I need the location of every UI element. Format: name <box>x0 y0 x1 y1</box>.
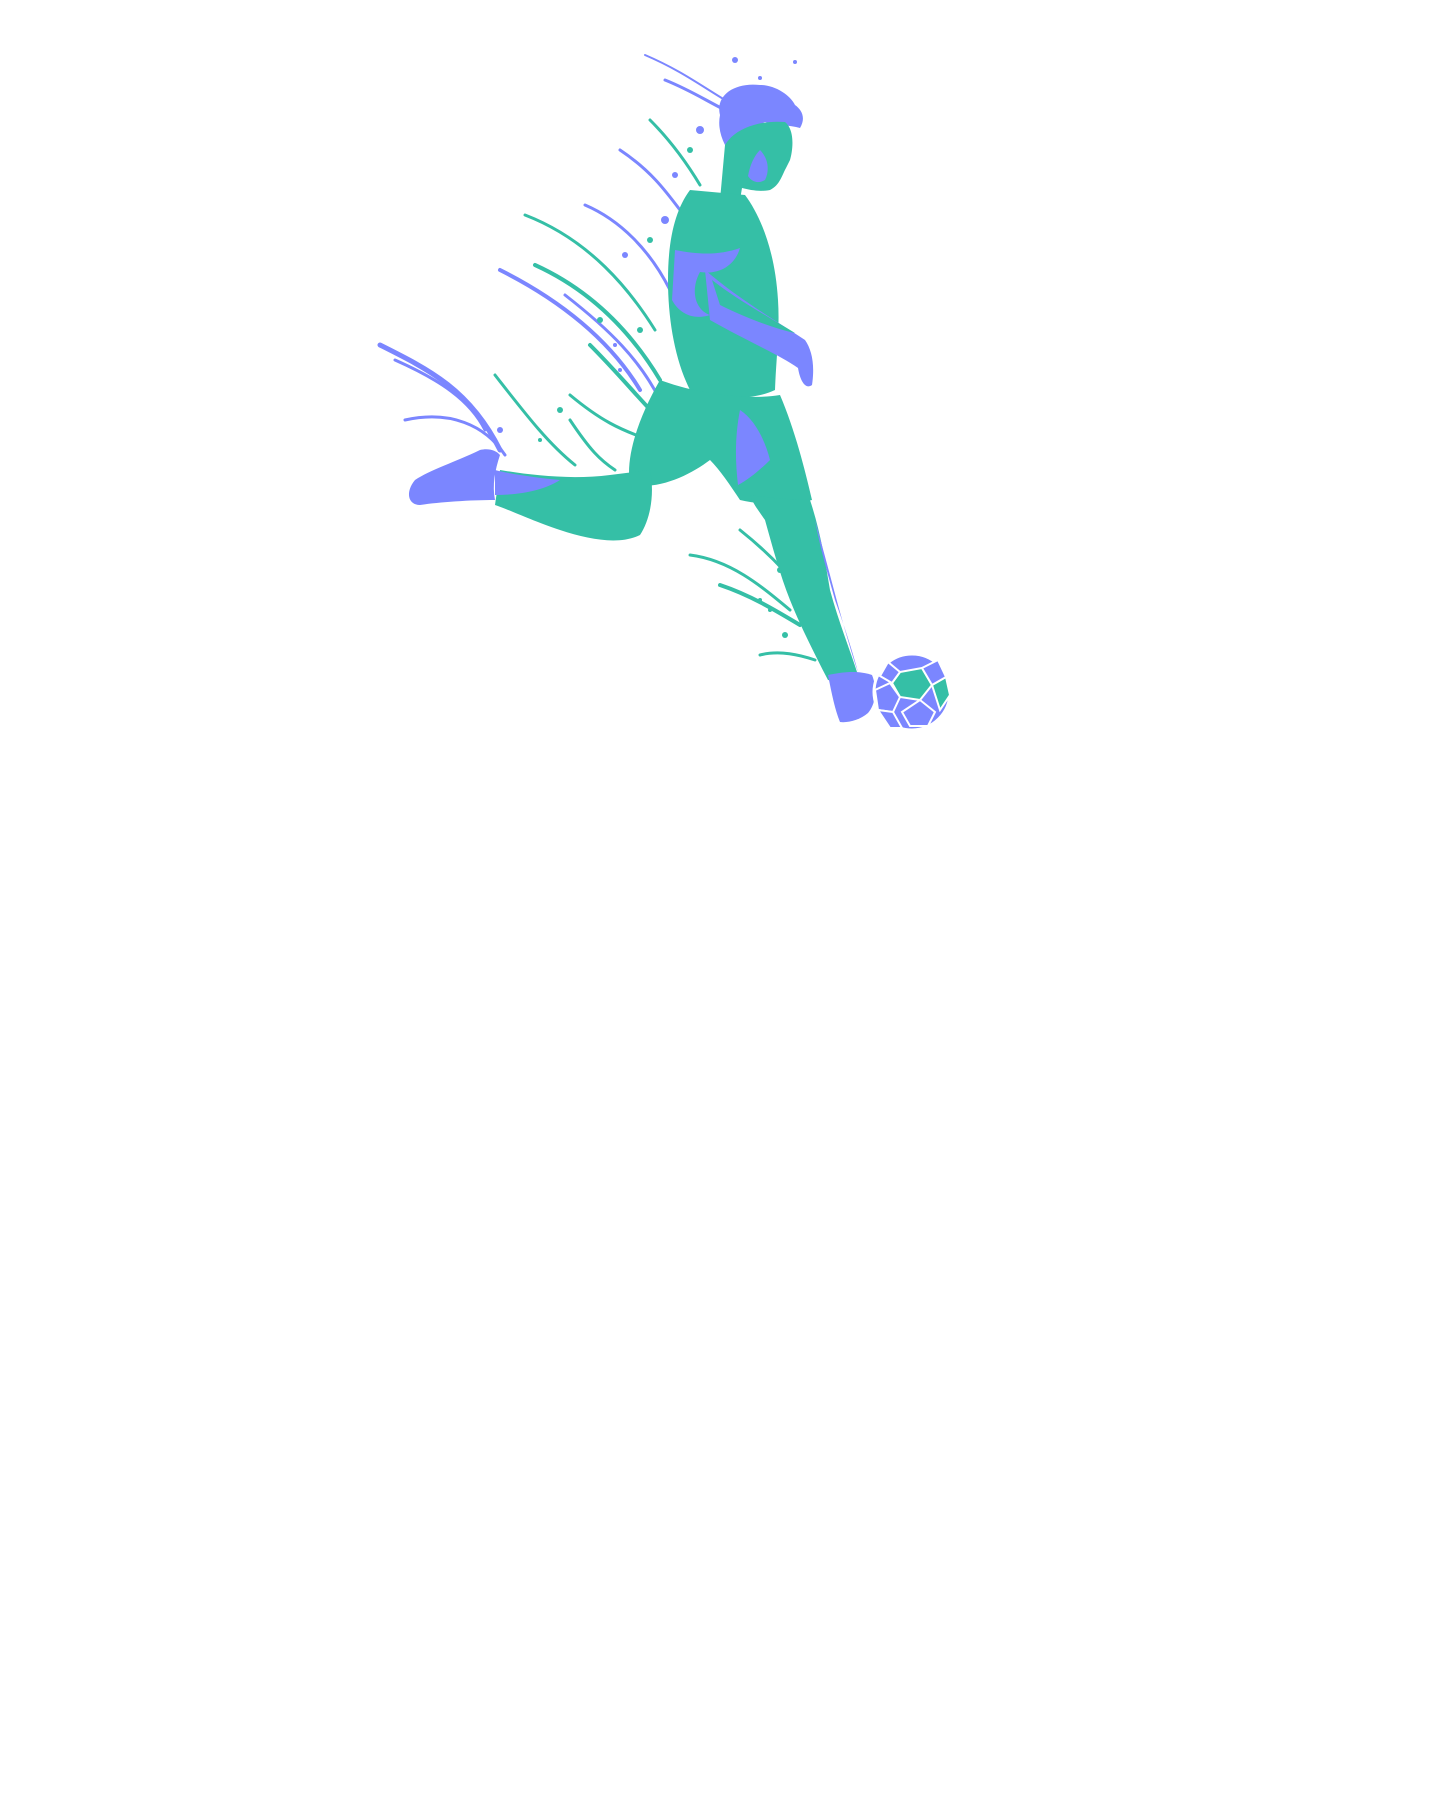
soccer-ball-icon <box>872 652 952 732</box>
player-front-shoe <box>828 671 876 723</box>
soccer-player-illustration <box>377 54 952 732</box>
player-back-shoe <box>408 449 500 505</box>
player-shorts <box>629 380 812 504</box>
